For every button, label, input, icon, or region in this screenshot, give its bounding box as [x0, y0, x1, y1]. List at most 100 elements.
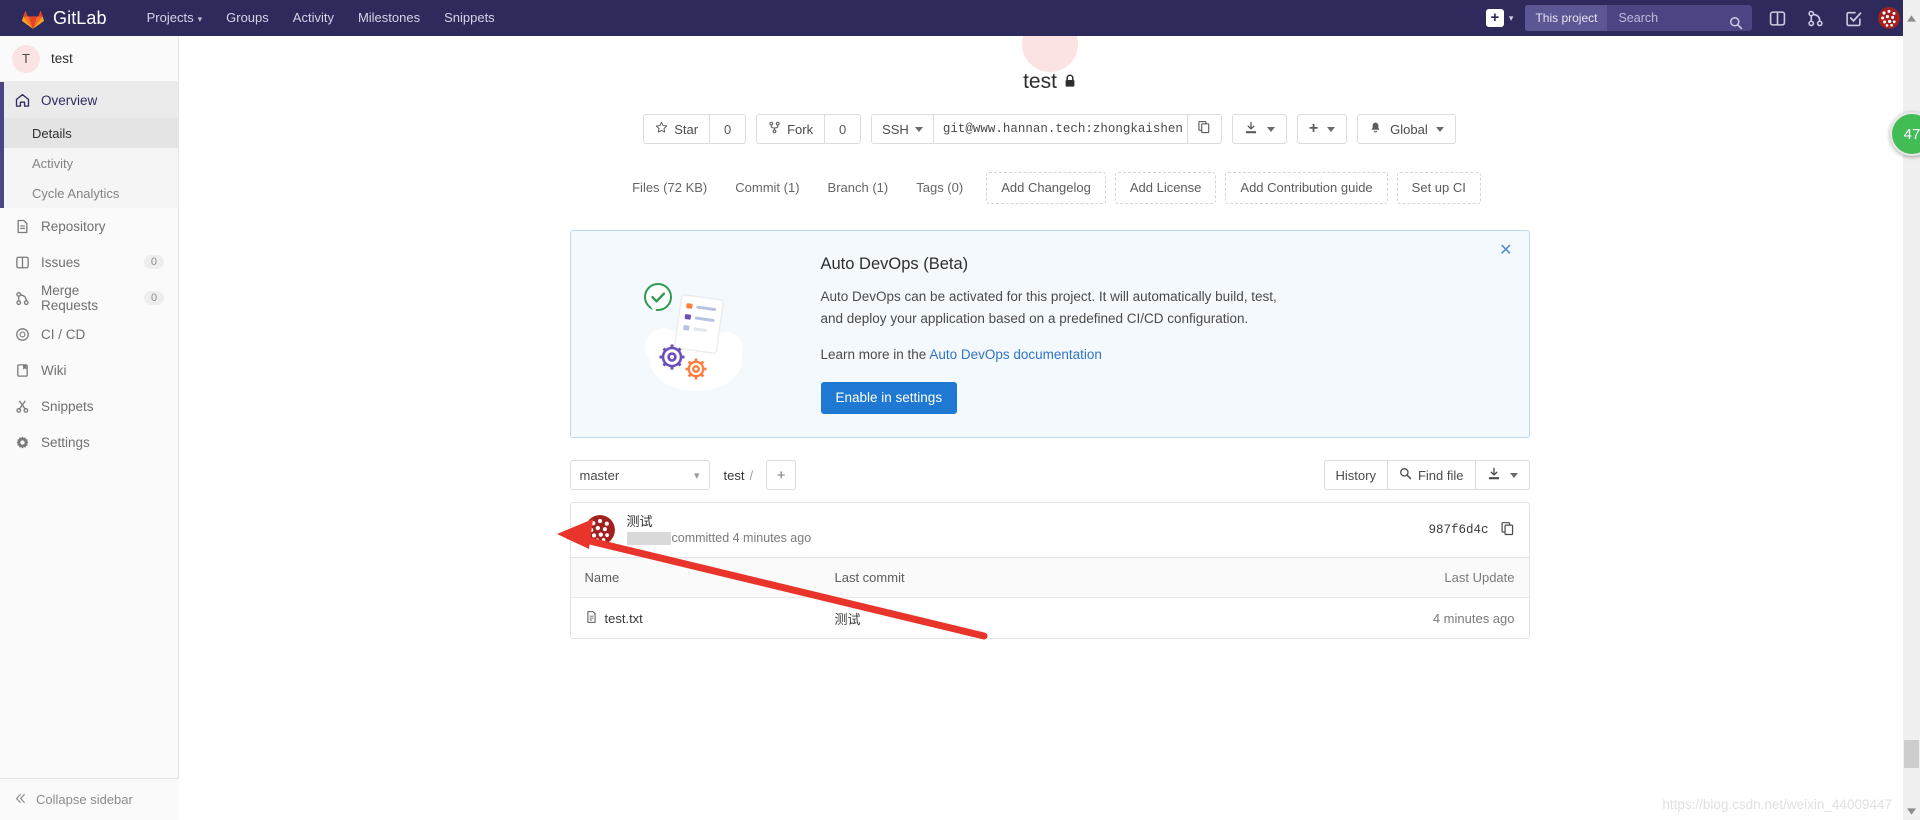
tab-files[interactable]: Files (72 KB): [618, 173, 721, 203]
todos-icon[interactable]: [1834, 0, 1872, 36]
plus-icon: +: [1485, 9, 1504, 27]
scrollbar-down-arrow[interactable]: [1903, 803, 1920, 820]
sidebar-item-label: Overview: [41, 92, 98, 108]
tab-set-up-ci[interactable]: Set up CI: [1396, 172, 1481, 204]
history-button[interactable]: History: [1323, 460, 1388, 490]
new-item-button[interactable]: + ▾: [1476, 0, 1520, 36]
file-text-icon: [585, 610, 598, 627]
tab-commit[interactable]: Commit (1): [721, 173, 813, 203]
tab-add-contribution-guide[interactable]: Add Contribution guide: [1225, 172, 1388, 204]
fork-button[interactable]: Fork: [756, 114, 826, 144]
lock-icon: [1064, 70, 1076, 94]
file-name-link[interactable]: test.txt: [605, 611, 643, 626]
sidebar-subnav: Details Activity Cycle Analytics: [0, 118, 178, 208]
commit-message[interactable]: 测试: [627, 513, 812, 530]
gitlab-logo[interactable]: GitLab: [22, 8, 107, 29]
notification-button[interactable]: Global: [1357, 114, 1456, 144]
home-icon: [14, 92, 30, 108]
star-count[interactable]: 0: [710, 114, 747, 144]
issues-icon: [14, 254, 30, 270]
commit-sha-text[interactable]: 987f6d4c: [1428, 523, 1488, 537]
top-navbar: GitLab Projects ▾ Groups Activity Milesto…: [0, 0, 1920, 36]
nav-link-projects[interactable]: Projects ▾: [135, 0, 215, 37]
sidebar-item-details[interactable]: Details: [4, 118, 178, 148]
nav-link-snippets[interactable]: Snippets: [432, 0, 507, 36]
fork-group: Fork 0: [756, 114, 862, 144]
auto-devops-heading: Auto DevOps (Beta): [820, 254, 969, 273]
nav-link-activity[interactable]: Activity: [281, 0, 346, 36]
breadcrumb-root[interactable]: test: [724, 468, 745, 483]
clone-url-input[interactable]: git@www.hannan.tech:zhongkaishen: [933, 114, 1188, 144]
commit-sha-block: 987f6d4c: [1428, 521, 1514, 540]
project-tabs: Files (72 KB) Commit (1) Branch (1) Tags…: [570, 172, 1530, 204]
sidebar-item-overview[interactable]: Overview: [0, 82, 178, 118]
document-icon: [14, 218, 30, 234]
clone-protocol-dropdown[interactable]: SSH: [871, 114, 934, 144]
auto-devops-banner: ✕ Auto DevOps (Beta) Auto DevOps can be …: [569, 230, 1530, 438]
sidebar-item-label: CI / CD: [41, 326, 86, 342]
sidebar-item-label: Snippets: [41, 398, 94, 414]
enable-in-settings-button[interactable]: Enable in settings: [820, 381, 958, 414]
project-hero-avatar: [1021, 36, 1078, 72]
notification-label: Global: [1390, 121, 1428, 137]
sidebar-project-header[interactable]: T test: [0, 36, 178, 82]
gitlab-tanuki-icon: [22, 8, 44, 29]
page-scrollbar-thumb[interactable]: [1904, 740, 1919, 768]
chevron-down-icon: ▾: [197, 13, 203, 24]
nav-link-groups[interactable]: Groups: [214, 0, 281, 36]
sidebar-item-snippets[interactable]: Snippets: [0, 388, 178, 424]
merge-requests-icon[interactable]: [1796, 0, 1834, 36]
sidebar-item-repository[interactable]: Repository: [0, 208, 178, 244]
tab-add-license[interactable]: Add License: [1114, 172, 1217, 204]
merge-requests-count-badge: 0: [144, 291, 164, 305]
close-icon[interactable]: ✕: [1499, 243, 1512, 259]
sidebar-item-merge-requests[interactable]: Merge Requests 0: [0, 280, 178, 316]
chevron-down-icon: ▾: [1508, 12, 1514, 23]
nav-link-milestones[interactable]: Milestones: [346, 0, 432, 36]
watermark-text: https://blog.csdn.net/weixin_44009447: [1662, 797, 1892, 812]
chevron-down-icon: [914, 126, 923, 132]
new-project-item-button[interactable]: +: [1296, 114, 1348, 144]
find-file-button[interactable]: Find file: [1387, 460, 1476, 490]
tab-tags[interactable]: Tags (0): [902, 173, 977, 203]
navbar-right: + ▾ This project Search: [1476, 0, 1920, 36]
add-to-tree-button[interactable]: +: [766, 460, 797, 490]
fork-count[interactable]: 0: [825, 114, 862, 144]
issues-count-badge: 0: [143, 255, 164, 269]
file-tree-table: Name Last commit Last Update test.txt 测试…: [569, 558, 1530, 639]
star-button[interactable]: Star: [643, 114, 711, 144]
download-button[interactable]: [1231, 114, 1287, 144]
avatar: [1878, 7, 1901, 29]
copy-icon[interactable]: [1500, 521, 1515, 540]
repo-download-button[interactable]: [1475, 460, 1530, 490]
sidebar-item-label: Repository: [41, 218, 106, 234]
sidebar-project-name: test: [51, 51, 73, 66]
search-scope-label[interactable]: This project: [1525, 5, 1608, 31]
table-row[interactable]: test.txt 测试 4 minutes ago: [570, 598, 1529, 638]
scrollbar-up-arrow[interactable]: [1903, 0, 1920, 36]
tab-branch[interactable]: Branch (1): [814, 173, 903, 203]
brand-text: GitLab: [53, 7, 107, 28]
commit-meta-text: committed 4 minutes ago: [671, 531, 812, 545]
collapse-sidebar-button[interactable]: Collapse sidebar: [0, 778, 179, 820]
search-box[interactable]: This project: [1525, 5, 1753, 31]
tab-add-changelog[interactable]: Add Changelog: [986, 172, 1106, 204]
sidebar-item-issues[interactable]: Issues 0: [0, 244, 178, 280]
last-commit-row: 测试 committed 4 minutes ago 987f6d4c: [569, 502, 1530, 558]
file-last-commit-cell[interactable]: 测试: [835, 609, 1365, 628]
sidebar-item-cycle-analytics[interactable]: Cycle Analytics: [4, 178, 178, 208]
sidebar-item-settings[interactable]: Settings: [0, 424, 178, 460]
project-avatar: T: [12, 44, 40, 73]
project-title-text: test: [1023, 70, 1057, 93]
sidebar-item-wiki[interactable]: Wiki: [0, 352, 178, 388]
sidebar-item-ci-cd[interactable]: CI / CD: [0, 316, 178, 352]
issues-icon[interactable]: [1758, 0, 1796, 36]
column-header-last-commit: Last commit: [834, 570, 905, 585]
branch-selector[interactable]: master ▾: [569, 460, 710, 490]
sidebar-item-activity[interactable]: Activity: [4, 148, 178, 178]
sidebar-item-label: Wiki: [41, 362, 67, 378]
auto-devops-documentation-link[interactable]: Auto DevOps documentation: [929, 347, 1102, 362]
clone-url-group: SSH git@www.hannan.tech:zhongkaishen: [871, 114, 1222, 144]
search-input[interactable]: [1616, 10, 1735, 26]
copy-url-button[interactable]: [1187, 114, 1222, 144]
